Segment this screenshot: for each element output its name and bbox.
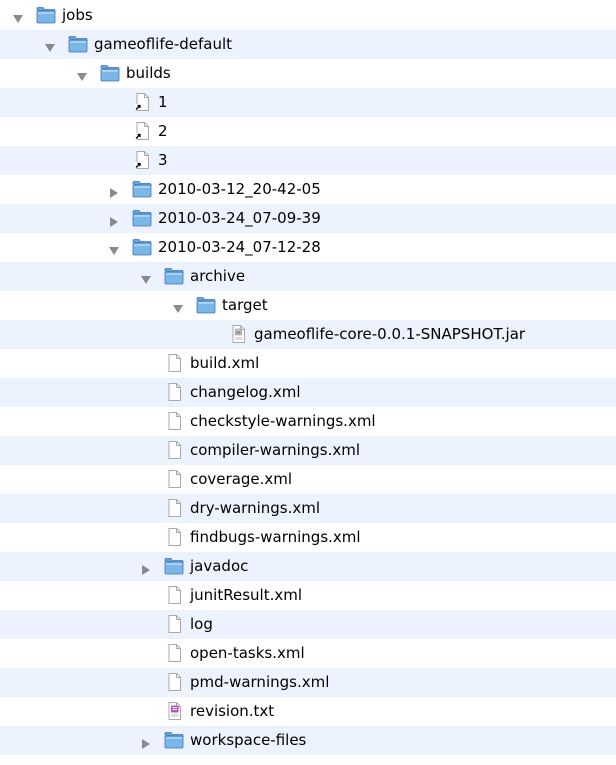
- document-icon: [164, 470, 184, 488]
- tree-row[interactable]: 1: [0, 88, 616, 117]
- document-icon: [164, 441, 184, 459]
- tree-row[interactable]: archive: [0, 262, 616, 291]
- tree-item-label: 3: [158, 151, 168, 169]
- folder-icon: [68, 35, 88, 53]
- tree-item-label: build.xml: [190, 354, 260, 372]
- tree-row[interactable]: revision.txt: [0, 697, 616, 726]
- document-icon: [164, 673, 184, 691]
- tree-item-label: 2010-03-12_20-42-05: [158, 180, 321, 198]
- tree-row[interactable]: workspace-files: [0, 726, 616, 755]
- tree-row[interactable]: log: [0, 610, 616, 639]
- tree-item-label: compiler-warnings.xml: [190, 441, 361, 459]
- tree-row[interactable]: open-tasks.xml: [0, 639, 616, 668]
- alias-file-icon: [132, 151, 152, 169]
- folder-icon: [164, 557, 184, 575]
- tree-item-label: archive: [190, 267, 246, 285]
- disclosure-expanded-icon[interactable]: [77, 68, 87, 81]
- document-icon: [164, 615, 184, 633]
- tree-item-label: 2: [158, 122, 168, 140]
- tree-row[interactable]: compiler-warnings.xml: [0, 436, 616, 465]
- disclosure-collapsed-icon[interactable]: [141, 561, 151, 575]
- tree-row[interactable]: changelog.xml: [0, 378, 616, 407]
- tree-row[interactable]: gameoflife-core-0.0.1-SNAPSHOT.jar: [0, 320, 616, 349]
- tree-item-label: 1: [158, 93, 168, 111]
- tree-item-label: 2010-03-24_07-12-28: [158, 238, 321, 256]
- disclosure-expanded-icon[interactable]: [173, 300, 183, 313]
- tree-row[interactable]: junitResult.xml: [0, 581, 616, 610]
- tree-row[interactable]: 2010-03-24_07-12-28: [0, 233, 616, 262]
- disclosure-expanded-icon[interactable]: [13, 10, 23, 23]
- tree-row[interactable]: build.xml: [0, 349, 616, 378]
- tree-row[interactable]: jobs: [0, 1, 616, 30]
- document-icon: [164, 412, 184, 430]
- alias-file-icon: [132, 93, 152, 111]
- tree-item-label: workspace-files: [190, 731, 307, 749]
- document-icon: [164, 586, 184, 604]
- tree-row[interactable]: 3: [0, 146, 616, 175]
- disclosure-expanded-icon[interactable]: [45, 39, 55, 52]
- alias-file-icon: [132, 122, 152, 140]
- text-file-icon: [164, 702, 184, 720]
- tree-item-label: 2010-03-24_07-09-39: [158, 209, 321, 227]
- tree-row[interactable]: dry-warnings.xml: [0, 494, 616, 523]
- folder-icon: [196, 296, 216, 314]
- tree-item-label: gameoflife-default: [94, 35, 233, 53]
- tree-row[interactable]: javadoc: [0, 552, 616, 581]
- tree-row[interactable]: 2010-03-12_20-42-05: [0, 175, 616, 204]
- tree-row[interactable]: builds: [0, 59, 616, 88]
- document-icon: [164, 528, 184, 546]
- file-tree: jobs gameoflife-default builds 1 2 3 2010-03-1…: [0, 0, 616, 765]
- document-icon: [164, 644, 184, 662]
- document-icon: [164, 499, 184, 517]
- tree-row[interactable]: gameoflife-default: [0, 30, 616, 59]
- tree-item-label: log: [190, 615, 213, 633]
- disclosure-expanded-icon[interactable]: [109, 242, 119, 255]
- document-icon: [164, 383, 184, 401]
- document-icon: [164, 354, 184, 372]
- tree-row[interactable]: findbugs-warnings.xml: [0, 523, 616, 552]
- folder-icon: [132, 180, 152, 198]
- tree-item-label: changelog.xml: [190, 383, 301, 401]
- jar-file-icon: [228, 325, 248, 343]
- tree-item-label: jobs: [62, 6, 93, 24]
- tree-item-label: gameoflife-core-0.0.1-SNAPSHOT.jar: [254, 325, 526, 343]
- tree-item-label: dry-warnings.xml: [190, 499, 321, 517]
- tree-item-label: coverage.xml: [190, 470, 293, 488]
- tree-item-label: findbugs-warnings.xml: [190, 528, 361, 546]
- tree-row[interactable]: checkstyle-warnings.xml: [0, 407, 616, 436]
- tree-item-label: checkstyle-warnings.xml: [190, 412, 376, 430]
- tree-item-label: junitResult.xml: [190, 586, 303, 604]
- tree-row[interactable]: 2: [0, 117, 616, 146]
- folder-icon: [100, 64, 120, 82]
- tree-row[interactable]: pmd-warnings.xml: [0, 668, 616, 697]
- disclosure-collapsed-icon[interactable]: [141, 735, 151, 749]
- disclosure-expanded-icon[interactable]: [141, 271, 151, 284]
- disclosure-collapsed-icon[interactable]: [109, 184, 119, 198]
- tree-item-label: open-tasks.xml: [190, 644, 305, 662]
- tree-row[interactable]: coverage.xml: [0, 465, 616, 494]
- folder-icon: [36, 6, 56, 24]
- folder-icon: [164, 267, 184, 285]
- tree-item-label: builds: [126, 64, 171, 82]
- folder-icon: [164, 731, 184, 749]
- disclosure-collapsed-icon[interactable]: [109, 213, 119, 227]
- tree-item-label: pmd-warnings.xml: [190, 673, 330, 691]
- tree-row[interactable]: target: [0, 291, 616, 320]
- tree-item-label: target: [222, 296, 268, 314]
- tree-item-label: revision.txt: [190, 702, 275, 720]
- folder-icon: [132, 209, 152, 227]
- tree-row[interactable]: 2010-03-24_07-09-39: [0, 204, 616, 233]
- tree-item-label: javadoc: [190, 557, 249, 575]
- folder-icon: [132, 238, 152, 256]
